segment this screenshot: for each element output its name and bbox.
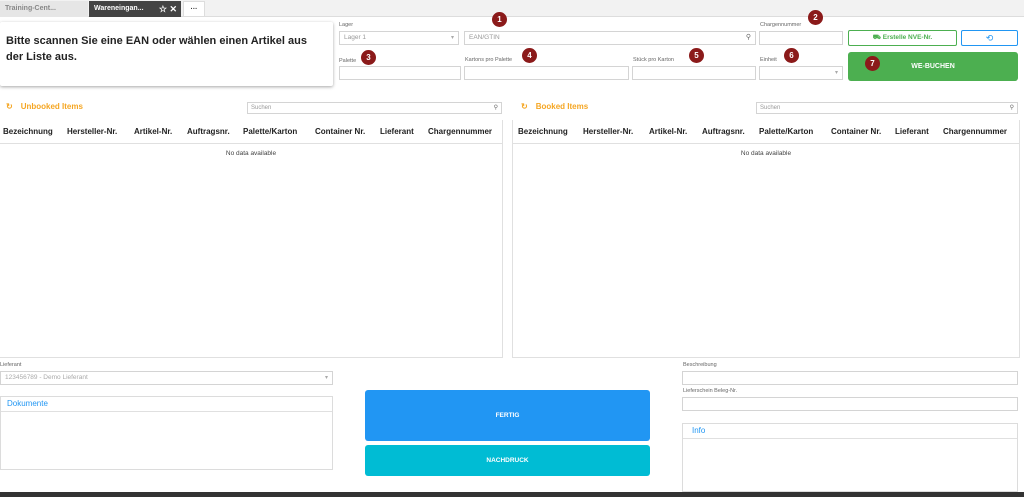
we-buchen-label: WE-BUCHEN — [911, 63, 955, 70]
lager-select[interactable]: Lager 1 ▾ — [339, 31, 459, 45]
create-nve-button[interactable]: ⛟ Erstelle NVE-Nr. — [848, 30, 957, 46]
tab-label: Wareneingan... — [94, 5, 144, 12]
column-header[interactable]: Container Nr. — [315, 127, 365, 136]
column-header[interactable]: Container Nr. — [831, 127, 881, 136]
chevron-down-icon: ▾ — [450, 35, 454, 41]
column-header[interactable]: Artikel-Nr. — [649, 127, 687, 136]
booked-table-header: Bezeichnung Hersteller-Nr. Artikel-Nr. A… — [513, 120, 1019, 144]
lieferschein-label: Lieferschein Beleg-Nr. — [683, 388, 738, 394]
nachdruck-label: NACHDRUCK — [486, 457, 529, 464]
einheit-label: Einheit — [760, 57, 777, 63]
fertig-button[interactable]: FERTIG — [365, 390, 650, 441]
create-nve-label: Erstelle NVE-Nr. — [882, 34, 933, 41]
column-header[interactable]: Hersteller-Nr. — [67, 127, 117, 136]
charge-input[interactable] — [759, 31, 843, 45]
unbooked-empty-text: No data available — [225, 150, 277, 157]
unbooked-search-placeholder: Suchen — [251, 105, 272, 111]
unbooked-search-input[interactable]: Suchen ⚲ — [247, 102, 502, 114]
badge-3: 3 — [361, 50, 376, 65]
column-header[interactable]: Auftragsnr. — [187, 127, 230, 136]
kartons-label: Kartons pro Palette — [465, 57, 513, 63]
tab-wareneingang[interactable]: Wareneingan... ☆ ✕ — [89, 1, 181, 17]
badge-5: 5 — [689, 48, 704, 63]
lieferant-select[interactable]: 123456789 - Demo Lieferant ▾ — [0, 371, 333, 385]
lieferant-value: 123456789 - Demo Lieferant — [5, 374, 88, 381]
charge-label: Chargennummer — [760, 22, 802, 28]
truck-icon: ⛟ — [872, 34, 881, 41]
info-title: Info — [692, 426, 706, 435]
column-header[interactable]: Artikel-Nr. — [134, 127, 172, 136]
lager-value: Lager 1 — [344, 34, 367, 41]
column-header[interactable]: Lieferant — [380, 127, 414, 136]
dokumente-title: Dokumente — [7, 399, 48, 408]
booked-table: Bezeichnung Hersteller-Nr. Artikel-Nr. A… — [512, 120, 1020, 358]
search-icon[interactable]: ⚲ — [746, 32, 751, 44]
unbooked-title-text: Unbooked Items — [20, 102, 83, 111]
refresh-icon[interactable]: ↻ — [6, 102, 13, 111]
beschreibung-input[interactable] — [682, 371, 1018, 385]
palette-label: Palette — [339, 58, 357, 64]
chevron-down-icon: ▾ — [834, 70, 838, 76]
lager-label: Lager — [339, 22, 354, 28]
column-header[interactable]: Auftragsnr. — [702, 127, 745, 136]
badge-7: 7 — [865, 56, 880, 71]
tab-more[interactable]: ··· — [183, 1, 205, 17]
column-header[interactable]: Lieferant — [895, 127, 929, 136]
bottom-bar — [0, 492, 1024, 497]
ean-input[interactable]: EAN/GTIN ⚲ — [464, 31, 756, 45]
ean-placeholder: EAN/GTIN — [469, 34, 500, 41]
chevron-down-icon: ▾ — [324, 375, 328, 381]
badge-2: 2 — [808, 10, 823, 25]
column-header[interactable]: Bezeichnung — [3, 127, 53, 136]
lieferschein-input[interactable] — [682, 397, 1018, 411]
unbooked-table-header: Bezeichnung Hersteller-Nr. Artikel-Nr. A… — [0, 120, 502, 144]
einheit-select[interactable]: ▾ — [759, 66, 843, 80]
stueck-label: Stück pro Karton — [633, 57, 674, 63]
divider — [683, 438, 1017, 439]
column-header[interactable]: Palette/Karton — [759, 127, 813, 136]
divider — [1, 411, 332, 412]
search-icon[interactable]: ⚲ — [494, 103, 498, 113]
booked-empty-text: No data available — [740, 150, 792, 157]
scan-message: Bitte scannen Sie eine EAN oder wählen e… — [6, 35, 307, 63]
column-header[interactable]: Chargennummer — [943, 127, 1007, 136]
kartons-input[interactable] — [464, 66, 629, 80]
refresh-icon[interactable]: ↻ — [521, 102, 528, 111]
star-icon[interactable]: ☆ — [159, 4, 167, 14]
history-icon: ⟲ — [985, 33, 994, 43]
dokumente-box: Dokumente — [0, 396, 333, 470]
unbooked-title: ↻ Unbooked Items — [6, 102, 83, 111]
history-button[interactable]: ⟲ — [961, 30, 1018, 46]
search-icon[interactable]: ⚲ — [1010, 103, 1014, 113]
badge-4: 4 — [522, 48, 537, 63]
booked-title-text: Booked Items — [535, 102, 589, 111]
palette-input[interactable] — [339, 66, 461, 80]
scan-message-card: Bitte scannen Sie eine EAN oder wählen e… — [0, 22, 333, 86]
booked-search-placeholder: Suchen — [760, 105, 781, 111]
column-header[interactable]: Bezeichnung — [518, 127, 568, 136]
beschreibung-label: Beschreibung — [683, 362, 717, 368]
close-icon[interactable]: ✕ — [169, 4, 177, 14]
booked-title: ↻ Booked Items — [521, 102, 588, 111]
tab-bar: Training-Cent... Wareneingan... ☆ ✕ ··· — [0, 0, 1024, 17]
info-box: Info — [682, 423, 1018, 492]
badge-6: 6 — [784, 48, 799, 63]
tab-actions: ☆ ✕ — [159, 1, 177, 17]
stueck-input[interactable] — [632, 66, 756, 80]
nachdruck-button[interactable]: NACHDRUCK — [365, 445, 650, 476]
column-header[interactable]: Palette/Karton — [243, 127, 297, 136]
booked-search-input[interactable]: Suchen ⚲ — [756, 102, 1018, 114]
fertig-label: FERTIG — [495, 412, 520, 419]
column-header[interactable]: Hersteller-Nr. — [583, 127, 633, 136]
unbooked-table: Bezeichnung Hersteller-Nr. Artikel-Nr. A… — [0, 120, 503, 358]
lieferant-label: Lieferant — [0, 362, 22, 368]
badge-1: 1 — [492, 12, 507, 27]
tab-training-center[interactable]: Training-Cent... — [0, 1, 88, 17]
column-header[interactable]: Chargennummer — [428, 127, 492, 136]
